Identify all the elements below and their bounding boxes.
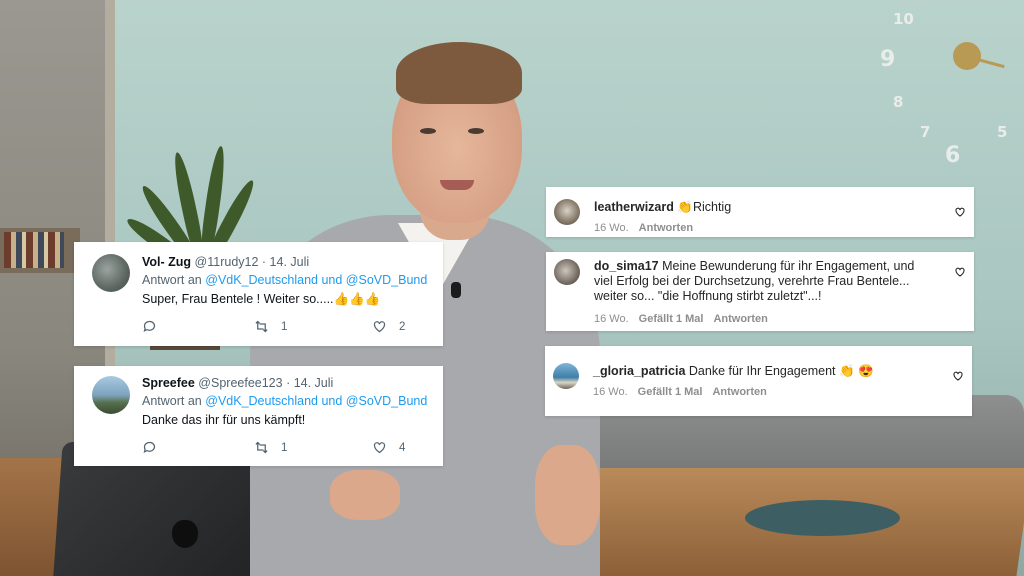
heart-icon[interactable] xyxy=(952,370,964,382)
comment-meta: 16 Wo. Antworten xyxy=(594,222,693,234)
like-count: 4 xyxy=(399,441,406,454)
avatar[interactable] xyxy=(92,376,130,414)
heart-icon xyxy=(373,442,386,454)
presenter-eye xyxy=(468,128,484,134)
clock-number: 10 xyxy=(893,10,914,28)
table-inlay xyxy=(745,500,900,536)
laptop-logo xyxy=(172,520,198,548)
reply-icon xyxy=(143,320,156,333)
reply-mentions[interactable]: @VdK_Deutschland und @SoVD_Bund xyxy=(205,273,427,287)
comment-body: Danke für Ihr Engagement 👏 😍 xyxy=(688,364,874,378)
avatar[interactable] xyxy=(92,254,130,292)
comment-username[interactable]: leatherwizard xyxy=(594,200,674,214)
comment-likes[interactable]: Gefällt 1 Mal xyxy=(639,313,704,325)
thumbs-up-emoji: 👍👍👍 xyxy=(333,292,381,306)
reply-link[interactable]: Antworten xyxy=(713,313,767,325)
heart-icon xyxy=(373,321,386,333)
clock-number: 9 xyxy=(880,47,896,72)
tweet-text: Danke das ihr für uns kämpft! xyxy=(142,413,305,427)
comment-text: do_sima17 Meine Bewunderung für ihr Enga… xyxy=(594,259,914,304)
comment-body: 👏Richtig xyxy=(677,200,732,214)
comment-text: leatherwizard 👏Richtig xyxy=(594,200,731,215)
comment-meta: 16 Wo. Gefällt 1 Mal Antworten xyxy=(594,313,768,325)
comment-age[interactable]: 16 Wo. xyxy=(594,313,629,325)
lavalier-mic xyxy=(451,282,461,298)
clock-number: 7 xyxy=(920,123,931,141)
clock-number: 5 xyxy=(997,123,1008,141)
tweet-reply-to: Antwort an @VdK_Deutschland und @SoVD_Bu… xyxy=(142,273,427,287)
reply-prefix: Antwort an xyxy=(142,273,202,287)
tweet-header: Vol- Zug @11rudy12 · 14. Juli xyxy=(142,255,309,269)
instagram-comment: do_sima17 Meine Bewunderung für ihr Enga… xyxy=(546,252,974,331)
tweet-reply-to: Antwort an @VdK_Deutschland und @SoVD_Bu… xyxy=(142,394,427,408)
tweet-actions: 1 4 xyxy=(142,440,422,456)
comment-meta: 16 Wo. Gefällt 1 Mal Antworten xyxy=(593,386,767,398)
retweet-button[interactable]: 1 xyxy=(254,319,287,334)
tweet-author-handle[interactable]: @11rudy12 xyxy=(195,255,259,269)
retweet-icon xyxy=(255,320,268,333)
reply-mentions[interactable]: @VdK_Deutschland und @SoVD_Bund xyxy=(205,394,427,408)
retweet-icon xyxy=(255,441,268,454)
comment-age[interactable]: 16 Wo. xyxy=(593,386,628,398)
reply-prefix: Antwort an xyxy=(142,394,202,408)
presenter-hair xyxy=(396,42,522,104)
clock-number: 8 xyxy=(893,93,904,111)
tweet-card[interactable]: Spreefee @Spreefee123 · 14. Juli Antwort… xyxy=(74,366,443,466)
comment-text: _gloria_patricia Danke für Ihr Engagemen… xyxy=(593,364,874,379)
tweet-body: Super, Frau Bentele ! Weiter so..... xyxy=(142,292,334,306)
presenter-hand-left xyxy=(330,470,400,520)
retweet-count: 1 xyxy=(281,441,288,454)
tweet-author-name[interactable]: Vol- Zug xyxy=(142,255,191,269)
instagram-comment: _gloria_patricia Danke für Ihr Engagemen… xyxy=(545,346,972,416)
comment-age[interactable]: 16 Wo. xyxy=(594,222,629,234)
avatar[interactable] xyxy=(554,199,580,225)
tweet-text: Super, Frau Bentele ! Weiter so.....👍👍👍 xyxy=(142,292,380,307)
wall-clock: 10 9 8 7 5 6 xyxy=(865,5,1015,175)
clock-number: 6 xyxy=(945,143,961,168)
reply-icon xyxy=(143,441,156,454)
avatar[interactable] xyxy=(553,363,579,389)
tweet-author-handle[interactable]: @Spreefee123 xyxy=(198,376,282,390)
retweet-button[interactable]: 1 xyxy=(254,440,287,455)
like-count: 2 xyxy=(399,320,406,333)
tweet-header: Spreefee @Spreefee123 · 14. Juli xyxy=(142,376,333,390)
comment-body-line3: weiter so... "die Hoffnung stirbt zuletz… xyxy=(594,289,822,303)
instagram-comment: leatherwizard 👏Richtig 16 Wo. Antworten xyxy=(546,187,974,237)
tweet-author-name[interactable]: Spreefee xyxy=(142,376,195,390)
bookshelf xyxy=(0,228,80,273)
reply-link[interactable]: Antworten xyxy=(639,222,693,234)
comment-body-line2: viel Erfolg bei der Durchsetzung, verehr… xyxy=(594,274,910,288)
presenter-mouth xyxy=(440,180,474,190)
comment-likes[interactable]: Gefällt 1 Mal xyxy=(638,386,703,398)
presenter-hand-right xyxy=(535,445,600,545)
heart-icon[interactable] xyxy=(954,206,966,218)
avatar[interactable] xyxy=(554,259,580,285)
comment-body-line1: Meine Bewunderung für ihr Engagement, un… xyxy=(662,259,915,273)
comment-username[interactable]: _gloria_patricia xyxy=(593,364,685,378)
retweet-count: 1 xyxy=(281,320,288,333)
tweet-date[interactable]: · 14. Juli xyxy=(262,255,309,269)
presenter-eye xyxy=(420,128,436,134)
reply-button[interactable] xyxy=(142,440,157,455)
heart-icon[interactable] xyxy=(954,266,966,278)
tweet-date[interactable]: · 14. Juli xyxy=(286,376,333,390)
tweet-card[interactable]: Vol- Zug @11rudy12 · 14. Juli Antwort an… xyxy=(74,242,443,346)
like-button[interactable]: 2 xyxy=(372,319,405,334)
reply-button[interactable] xyxy=(142,319,157,334)
tweet-actions: 1 2 xyxy=(142,319,422,335)
comment-username[interactable]: do_sima17 xyxy=(594,259,659,273)
reply-link[interactable]: Antworten xyxy=(712,386,766,398)
tweet-body: Danke das ihr für uns kämpft! xyxy=(142,413,306,427)
like-button[interactable]: 4 xyxy=(372,440,405,455)
